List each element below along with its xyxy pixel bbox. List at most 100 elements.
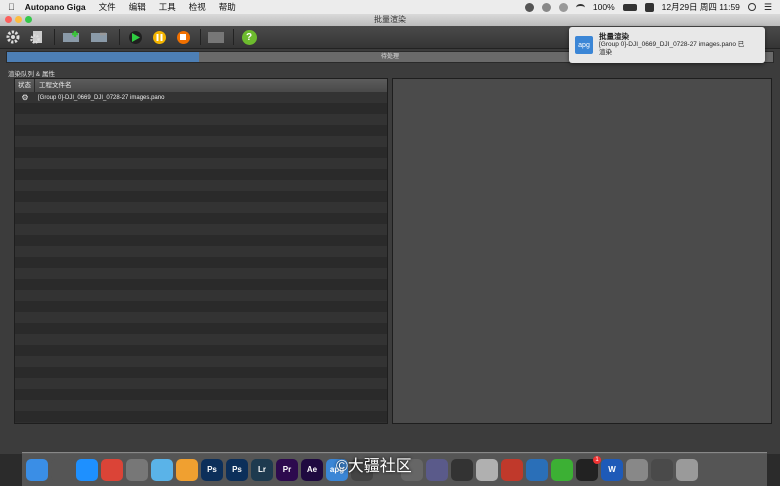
dropbox-tray-icon[interactable] <box>541 2 551 12</box>
table-row[interactable] <box>15 290 387 301</box>
battery-icon[interactable] <box>622 3 637 11</box>
folder-icon <box>208 32 224 43</box>
input-method-icon[interactable] <box>644 2 654 12</box>
table-row[interactable] <box>15 136 387 147</box>
notification-banner[interactable]: apg 批量渲染 [Group 0]-DJI_0669_DJI_0728-27 … <box>569 27 765 63</box>
table-row[interactable] <box>15 246 387 257</box>
table-row[interactable] <box>15 202 387 213</box>
trash-icon[interactable] <box>676 458 698 481</box>
table-row[interactable] <box>15 301 387 312</box>
toolbar-separator <box>200 29 201 45</box>
app-icon-5[interactable] <box>476 458 498 481</box>
app-icon-4[interactable] <box>426 458 448 481</box>
close-window-button[interactable] <box>5 16 12 23</box>
table-row[interactable] <box>15 378 387 389</box>
table-row[interactable] <box>15 268 387 279</box>
system-preferences-icon[interactable] <box>126 458 148 481</box>
table-row[interactable] <box>15 180 387 191</box>
stop-icon <box>176 30 190 44</box>
table-row[interactable] <box>15 169 387 180</box>
word-icon[interactable]: W <box>601 458 623 481</box>
qq-tray-icon[interactable] <box>524 2 534 12</box>
toolbar-separator <box>233 29 234 45</box>
menu-file[interactable]: 文件 <box>99 1 116 13</box>
photos-icon[interactable] <box>176 458 198 481</box>
menu-tools[interactable]: 工具 <box>159 1 176 13</box>
table-row[interactable] <box>15 356 387 367</box>
minimize-window-button[interactable] <box>15 16 22 23</box>
menu-help[interactable]: 帮助 <box>219 1 236 13</box>
start-render-button[interactable] <box>124 28 146 46</box>
table-row[interactable] <box>15 213 387 224</box>
safari-icon[interactable] <box>76 458 98 481</box>
remove-from-queue-button[interactable] <box>87 28 113 46</box>
table-row[interactable] <box>15 125 387 136</box>
render-settings-button[interactable] <box>26 28 48 46</box>
photoshop-icon[interactable]: Ps <box>201 458 223 481</box>
table-row[interactable] <box>15 411 387 422</box>
folder-icon[interactable] <box>651 458 673 481</box>
properties-panel <box>392 78 772 424</box>
stop-render-button[interactable] <box>172 28 194 46</box>
qq-badge: 1 <box>593 455 601 464</box>
column-header-status[interactable]: 状态 <box>15 79 35 92</box>
settings-button[interactable] <box>2 28 24 46</box>
chrome-icon[interactable] <box>101 458 123 481</box>
claquette-icon[interactable] <box>451 458 473 481</box>
table-row[interactable] <box>15 224 387 235</box>
table-row[interactable] <box>15 345 387 356</box>
launchpad-icon[interactable] <box>51 458 73 481</box>
remove-panorama-icon <box>91 32 107 42</box>
notes-icon[interactable] <box>626 458 648 481</box>
apple-menu-icon[interactable]:  <box>8 2 15 12</box>
finder-icon[interactable] <box>26 458 48 481</box>
column-header-project-name[interactable]: 工程文件名 <box>35 79 72 92</box>
table-row[interactable] <box>15 103 387 114</box>
davinci-icon[interactable] <box>501 458 523 481</box>
lightroom-icon[interactable]: Lr <box>251 458 273 481</box>
table-row[interactable] <box>15 334 387 345</box>
gear-icon: ⚙ <box>21 93 29 102</box>
queue-header: 状态 工程文件名 <box>15 79 387 92</box>
zoom-window-button[interactable] <box>25 16 32 23</box>
folder-button[interactable] <box>205 28 227 46</box>
table-row[interactable] <box>15 257 387 268</box>
table-row[interactable] <box>15 323 387 334</box>
notification-body-line1: [Group 0]-DJI_0669_DJI_0728-27 images.pa… <box>599 41 745 48</box>
menu-app-name[interactable]: Autopano Giga <box>25 2 86 12</box>
qq-icon[interactable]: 1 <box>576 455 601 481</box>
notification-center-icon[interactable]: ☰ <box>764 2 772 13</box>
sync-tray-icon[interactable] <box>558 2 568 12</box>
wechat-icon[interactable] <box>551 458 573 481</box>
after-effects-icon[interactable]: Ae <box>301 458 323 481</box>
spotlight-icon[interactable] <box>747 3 756 11</box>
table-row[interactable] <box>15 389 387 400</box>
title-bar: 批量渲染 <box>0 14 780 26</box>
app-icon-6[interactable] <box>526 458 548 481</box>
menu-edit[interactable]: 编辑 <box>129 1 146 13</box>
add-to-queue-button[interactable] <box>59 28 85 46</box>
table-row[interactable] <box>15 279 387 290</box>
clock[interactable]: 12月29日 周四 11:59 <box>662 1 740 13</box>
table-row[interactable] <box>15 114 387 125</box>
table-row[interactable] <box>15 191 387 202</box>
pause-render-button[interactable] <box>148 28 170 46</box>
wifi-icon[interactable] <box>575 3 585 11</box>
table-row[interactable] <box>15 158 387 169</box>
menu-view[interactable]: 检视 <box>189 1 206 13</box>
photoshop-alt-icon[interactable]: Ps <box>226 458 248 481</box>
table-row[interactable] <box>15 400 387 411</box>
render-queue-list[interactable]: 状态 工程文件名 ⚙ [Group 0]-DJI_0669_DJI_0728-27… <box>14 78 388 424</box>
help-button[interactable]: ? <box>238 28 260 46</box>
table-row[interactable] <box>15 312 387 323</box>
table-row[interactable] <box>15 367 387 378</box>
table-row[interactable]: ⚙ [Group 0]-DJI_0669_DJI_0728-27 images.p… <box>15 92 387 103</box>
notification-body-line2: 渲染 <box>599 49 612 56</box>
play-icon <box>128 30 142 44</box>
table-row[interactable] <box>15 235 387 246</box>
queue-rows: ⚙ [Group 0]-DJI_0669_DJI_0728-27 images.p… <box>15 92 387 422</box>
gear-icon <box>6 30 20 44</box>
premiere-icon[interactable]: Pr <box>276 458 298 481</box>
preview-icon[interactable] <box>151 458 173 481</box>
table-row[interactable] <box>15 147 387 158</box>
